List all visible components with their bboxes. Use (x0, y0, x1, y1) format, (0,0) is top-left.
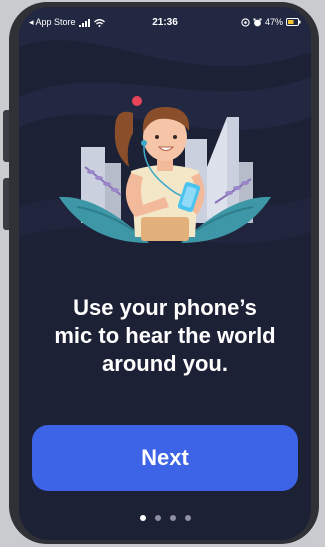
screen-lock-icon (241, 17, 250, 27)
status-bar: ◂ App Store 21:36 47% (19, 15, 311, 31)
onboarding-headline: Use your phone’s mic to hear the world a… (54, 295, 276, 376)
page-dot-1[interactable] (139, 515, 146, 521)
onboarding-screen: ◂ App Store 21:36 47% Use your phone’s m… (19, 7, 311, 540)
page-dot-2[interactable] (154, 515, 161, 521)
page-indicator[interactable] (19, 515, 311, 521)
next-button[interactable]: Next (32, 425, 298, 491)
alarm-icon (253, 18, 262, 26)
battery-icon (286, 18, 301, 26)
woman-listening-illustration (59, 96, 271, 243)
page-dot-4[interactable] (184, 515, 191, 521)
battery-percent: 47% (264, 17, 283, 27)
page-dot-3[interactable] (169, 515, 176, 521)
